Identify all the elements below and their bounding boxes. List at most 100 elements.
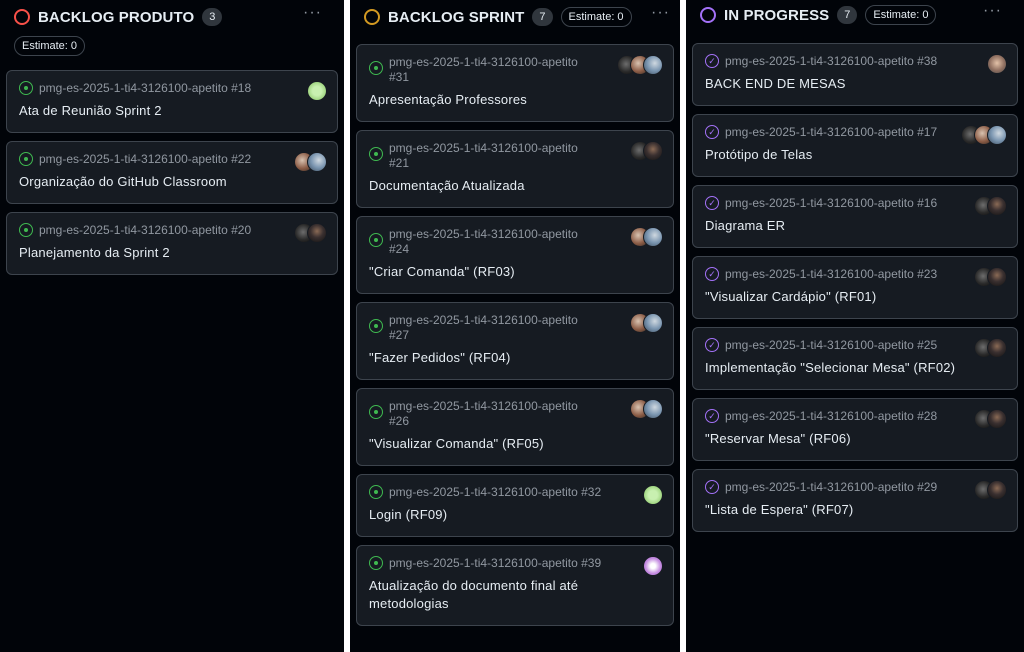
- assignees: [617, 55, 663, 75]
- avatar[interactable]: [987, 54, 1007, 74]
- open-issue-icon: [369, 405, 383, 419]
- avatar[interactable]: [307, 223, 327, 243]
- issue-card[interactable]: ✓ pmg-es-2025-1-ti4-3126100-apetito #17 …: [692, 114, 1018, 177]
- assignees: [630, 227, 663, 247]
- card-title[interactable]: Implementação "Selecionar Mesa" (RF02): [705, 359, 1005, 377]
- card-list: ✓ pmg-es-2025-1-ti4-3126100-apetito #38 …: [686, 30, 1024, 532]
- estimate-badge: Estimate: 0: [560, 7, 632, 27]
- card-repo: pmg-es-2025-1-ti4-3126100-apetito #22: [39, 152, 252, 166]
- check-circle-icon: ✓: [705, 480, 719, 494]
- assignees: [294, 152, 327, 172]
- card-meta: pmg-es-2025-1-ti4-3126100-apetito #39: [369, 556, 661, 571]
- card-title[interactable]: Diagrama ER: [705, 217, 1005, 235]
- open-issue-icon: [369, 147, 383, 161]
- card-title[interactable]: Documentação Atualizada: [369, 177, 661, 195]
- card-title[interactable]: "Visualizar Cardápio" (RF01): [705, 288, 1005, 306]
- card-meta: ✓ pmg-es-2025-1-ti4-3126100-apetito #16: [705, 196, 1005, 211]
- card-title[interactable]: "Visualizar Comanda" (RF05): [369, 435, 661, 453]
- avatar[interactable]: [987, 125, 1007, 145]
- avatar[interactable]: [307, 152, 327, 172]
- card-repo: pmg-es-2025-1-ti4-3126100-apetito #18: [39, 81, 252, 95]
- estimate-row: Estimate: 0: [0, 34, 344, 58]
- card-title[interactable]: Apresentação Professores: [369, 91, 661, 109]
- issue-card[interactable]: pmg-es-2025-1-ti4-3126100-apetito #21 Doc…: [356, 130, 674, 208]
- issue-card[interactable]: pmg-es-2025-1-ti4-3126100-apetito #22 Or…: [6, 141, 338, 204]
- avatar[interactable]: [643, 227, 663, 247]
- column-header: BACKLOG PRODUTO 3 ···: [0, 0, 344, 34]
- card-title[interactable]: Protótipo de Telas: [705, 146, 1005, 164]
- card-meta: ✓ pmg-es-2025-1-ti4-3126100-apetito #17: [705, 125, 1005, 140]
- card-title[interactable]: "Criar Comanda" (RF03): [369, 263, 661, 281]
- issue-card[interactable]: pmg-es-2025-1-ti4-3126100-apetito #20 Pl…: [6, 212, 338, 275]
- issue-card[interactable]: ✓ pmg-es-2025-1-ti4-3126100-apetito #38 …: [692, 43, 1018, 106]
- status-circle-icon: [14, 9, 30, 25]
- card-list: pmg-es-2025-1-ti4-3126100-apetito #31 Apr…: [350, 34, 680, 626]
- open-issue-icon: [369, 61, 383, 75]
- assignees: [974, 267, 1007, 287]
- avatar[interactable]: [643, 556, 663, 576]
- card-title[interactable]: "Lista de Espera" (RF07): [705, 501, 1005, 519]
- card-title[interactable]: Login (RF09): [369, 506, 661, 524]
- check-circle-icon: ✓: [705, 54, 719, 68]
- card-title[interactable]: Organização do GitHub Classroom: [19, 173, 325, 191]
- check-circle-icon: ✓: [705, 267, 719, 281]
- assignees: [307, 81, 327, 101]
- issue-card[interactable]: ✓ pmg-es-2025-1-ti4-3126100-apetito #29 …: [692, 469, 1018, 532]
- column-backlog-sprint: BACKLOG SPRINT 7 Estimate: 0 ··· pmg-es-…: [350, 0, 680, 652]
- avatar[interactable]: [643, 399, 663, 419]
- issue-card[interactable]: pmg-es-2025-1-ti4-3126100-apetito #39 At…: [356, 545, 674, 626]
- issue-card[interactable]: ✓ pmg-es-2025-1-ti4-3126100-apetito #23 …: [692, 256, 1018, 319]
- card-title[interactable]: "Fazer Pedidos" (RF04): [369, 349, 661, 367]
- issue-card[interactable]: ✓ pmg-es-2025-1-ti4-3126100-apetito #25 …: [692, 327, 1018, 390]
- count-badge: 3: [202, 8, 223, 26]
- open-issue-icon: [19, 81, 33, 95]
- assignees: [630, 141, 663, 161]
- issue-card[interactable]: ✓ pmg-es-2025-1-ti4-3126100-apetito #28 …: [692, 398, 1018, 461]
- card-repo: pmg-es-2025-1-ti4-3126100-apetito #29: [725, 480, 938, 494]
- card-repo: pmg-es-2025-1-ti4-3126100-apetito #17: [725, 125, 938, 139]
- avatar[interactable]: [643, 485, 663, 505]
- issue-card[interactable]: pmg-es-2025-1-ti4-3126100-apetito #18 At…: [6, 70, 338, 133]
- card-meta: pmg-es-2025-1-ti4-3126100-apetito #21: [369, 141, 661, 171]
- assignees: [974, 338, 1007, 358]
- avatar[interactable]: [643, 141, 663, 161]
- estimate-badge: Estimate: 0: [865, 5, 937, 25]
- avatar[interactable]: [987, 196, 1007, 216]
- avatar[interactable]: [643, 313, 663, 333]
- card-meta: ✓ pmg-es-2025-1-ti4-3126100-apetito #29: [705, 480, 1005, 495]
- issue-card[interactable]: pmg-es-2025-1-ti4-3126100-apetito #31 Apr…: [356, 44, 674, 122]
- card-repo: pmg-es-2025-1-ti4-3126100-apetito #23: [725, 267, 938, 281]
- card-title[interactable]: "Reservar Mesa" (RF06): [705, 430, 1005, 448]
- issue-card[interactable]: pmg-es-2025-1-ti4-3126100-apetito #32 Lo…: [356, 474, 674, 537]
- ellipsis-icon[interactable]: ···: [303, 4, 322, 22]
- count-badge: 7: [837, 6, 858, 24]
- ellipsis-icon[interactable]: ···: [983, 2, 1002, 20]
- avatar[interactable]: [643, 55, 663, 75]
- avatar[interactable]: [307, 81, 327, 101]
- card-title[interactable]: Ata de Reunião Sprint 2: [19, 102, 325, 120]
- card-title[interactable]: Atualização do documento final até metod…: [369, 577, 661, 613]
- card-repo: pmg-es-2025-1-ti4-3126100-apetito #26: [389, 399, 578, 428]
- avatar[interactable]: [987, 480, 1007, 500]
- card-title[interactable]: Planejamento da Sprint 2: [19, 244, 325, 262]
- avatar[interactable]: [987, 267, 1007, 287]
- ellipsis-icon[interactable]: ···: [651, 4, 670, 22]
- assignees: [643, 556, 663, 576]
- open-issue-icon: [19, 152, 33, 166]
- card-title[interactable]: BACK END DE MESAS: [705, 75, 1005, 93]
- check-circle-icon: ✓: [705, 409, 719, 423]
- card-repo: pmg-es-2025-1-ti4-3126100-apetito #24: [389, 227, 578, 256]
- card-list: pmg-es-2025-1-ti4-3126100-apetito #18 At…: [0, 58, 344, 275]
- issue-card[interactable]: pmg-es-2025-1-ti4-3126100-apetito #27 "Fa…: [356, 302, 674, 380]
- issue-card[interactable]: pmg-es-2025-1-ti4-3126100-apetito #24 "Cr…: [356, 216, 674, 294]
- issue-card[interactable]: ✓ pmg-es-2025-1-ti4-3126100-apetito #16 …: [692, 185, 1018, 248]
- count-badge: 7: [532, 8, 553, 26]
- column-header: BACKLOG SPRINT 7 Estimate: 0 ···: [350, 0, 680, 34]
- assignees: [643, 485, 663, 505]
- avatar[interactable]: [987, 338, 1007, 358]
- estimate-badge: Estimate: 0: [14, 36, 86, 56]
- avatar[interactable]: [987, 409, 1007, 429]
- card-repo: pmg-es-2025-1-ti4-3126100-apetito #31: [389, 55, 578, 84]
- assignees: [961, 125, 1007, 145]
- issue-card[interactable]: pmg-es-2025-1-ti4-3126100-apetito #26 "Vi…: [356, 388, 674, 466]
